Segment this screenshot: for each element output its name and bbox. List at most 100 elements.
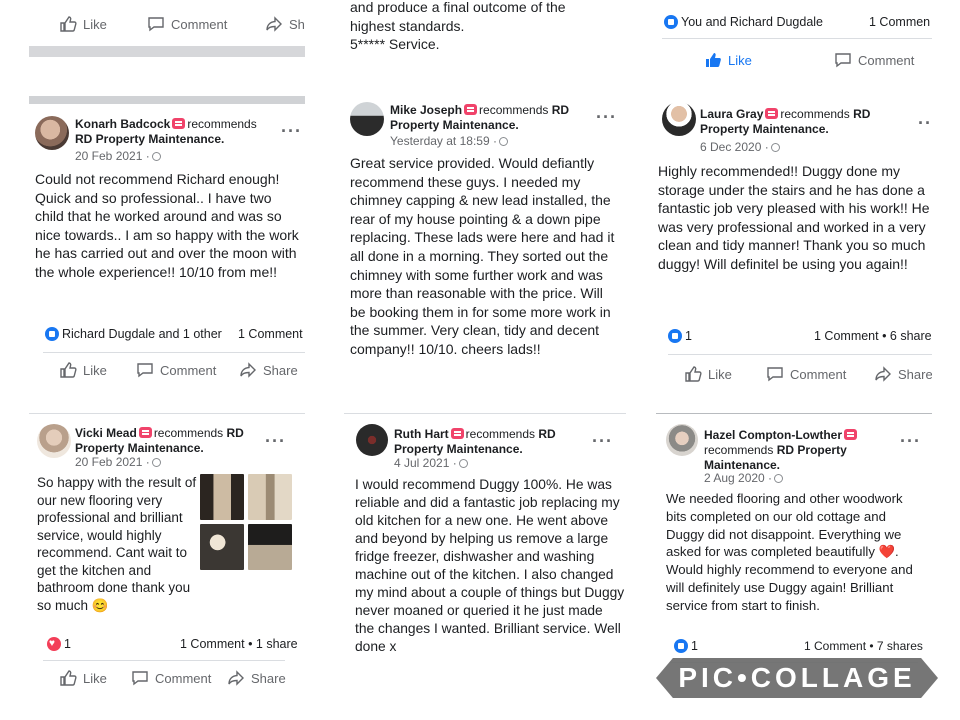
thumbs-up-icon: [706, 53, 721, 67]
author-name[interactable]: Hazel Compton-Lowther: [704, 428, 842, 442]
post-date[interactable]: Yesterday at 18:59 ·: [390, 134, 508, 148]
like-reaction-icon: [674, 639, 688, 653]
page-name[interactable]: Property Maintenance.: [394, 442, 523, 456]
avatar[interactable]: [37, 424, 71, 458]
author-name[interactable]: Ruth Hart: [394, 427, 449, 441]
thumbs-up-icon: [685, 366, 702, 382]
comment-button[interactable]: Comment: [131, 668, 211, 690]
recommends-text: recommends: [187, 117, 257, 131]
avatar[interactable]: [35, 116, 69, 150]
share-button[interactable]: Share: [239, 360, 298, 382]
share-button[interactable]: Share: [227, 668, 286, 690]
photo-thumbnail[interactable]: [200, 474, 244, 520]
share-button[interactable]: Sh: [265, 14, 305, 36]
author-name[interactable]: Mike Joseph: [390, 103, 462, 117]
comment-button[interactable]: Comment: [766, 364, 846, 386]
post-card: Konarh Badcock recommends RD Property Mai…: [29, 96, 305, 396]
reaction-count: 1: [64, 637, 71, 651]
avatar[interactable]: [350, 102, 384, 136]
share-button[interactable]: Share: [874, 364, 932, 386]
avatar[interactable]: [666, 424, 698, 456]
globe-icon: [770, 143, 780, 152]
reaction-summary[interactable]: 1: [47, 636, 71, 652]
like-label: Like: [728, 53, 752, 68]
post-header: Vicki Mead recommends RD Property Mainten…: [75, 426, 275, 456]
page-name-part[interactable]: RD: [853, 107, 870, 121]
like-label: Like: [83, 671, 107, 686]
share-label: Share: [263, 363, 298, 378]
divider: [43, 660, 285, 661]
page-name-part[interactable]: RD: [777, 443, 794, 457]
post-date[interactable]: 6 Dec 2020 ·: [700, 140, 780, 154]
text-line: 5***** Service.: [350, 36, 440, 53]
comment-button[interactable]: Comment: [834, 50, 914, 68]
page-name[interactable]: RD Property Maintenance.: [75, 132, 224, 146]
more-options-icon[interactable]: ···: [281, 122, 302, 140]
recommends-text: recommends: [479, 103, 549, 117]
post-text-continued: and produce a final outcome of the highe…: [350, 0, 620, 54]
page-name-part[interactable]: RD: [538, 427, 555, 441]
like-button[interactable]: Like: [684, 364, 732, 386]
comment-button[interactable]: Comment: [147, 14, 227, 36]
more-options-icon[interactable]: ···: [592, 432, 613, 450]
thumbs-up-icon: [60, 362, 77, 378]
comment-count[interactable]: 1 Comment: [238, 326, 303, 342]
text-line: and produce a final outcome of the: [350, 0, 566, 15]
comment-share-count[interactable]: 1 Comment • 7 shares: [804, 638, 923, 654]
more-options-icon[interactable]: ···: [596, 108, 617, 126]
post-header: Konarh Badcock recommends RD Property Mai…: [75, 117, 275, 147]
reaction-summary[interactable]: Richard Dugdale and 1 other: [45, 326, 222, 342]
reaction-summary[interactable]: 1: [674, 638, 698, 654]
divider: [29, 46, 305, 57]
post-date[interactable]: 4 Jul 2021 ·: [394, 456, 468, 470]
photo-grid[interactable]: [200, 474, 292, 570]
author-name[interactable]: Konarh Badcock: [75, 117, 170, 131]
comment-button[interactable]: Comment: [136, 360, 216, 382]
action-bar: Like Comment Sh: [29, 14, 305, 40]
date-text: 4 Jul 2021 ·: [394, 456, 457, 470]
action-bar: Like Comment: [656, 50, 932, 68]
like-button[interactable]: Like: [59, 14, 107, 36]
post-header: Laura Gray recommends RD Property Mainten…: [700, 107, 900, 137]
page-name-part[interactable]: RD: [227, 426, 244, 440]
more-options-icon[interactable]: ···: [265, 432, 286, 450]
page-name[interactable]: Maintenance.: [704, 458, 780, 472]
comment-label: Comment: [858, 53, 915, 68]
recommend-icon: [765, 108, 779, 119]
post-date[interactable]: 20 Feb 2021 ·: [75, 455, 161, 469]
comment-count[interactable]: 1 Commen: [869, 14, 930, 30]
pic-collage-watermark: PIC•COLLAGE: [656, 658, 938, 698]
comment-share-count[interactable]: 1 Comment • 6 share: [814, 328, 932, 344]
page-name-part[interactable]: RD: [552, 103, 569, 117]
page-name[interactable]: Property Maintenance.: [390, 118, 519, 132]
reaction-count: 1: [691, 639, 698, 653]
recommends-text: recommends: [780, 107, 850, 121]
action-bar: Like Comment Share: [29, 360, 305, 386]
post-date[interactable]: 2 Aug 2020 ·: [704, 471, 784, 485]
photo-thumbnail[interactable]: [200, 524, 244, 570]
like-button[interactable]: Like: [704, 50, 752, 68]
photo-thumbnail[interactable]: [248, 474, 292, 520]
page-name[interactable]: Property Maintenance.: [700, 122, 829, 136]
reaction-summary[interactable]: You and Richard Dugdale: [664, 14, 823, 30]
more-options-icon[interactable]: ···: [900, 432, 921, 450]
comment-share-count[interactable]: 1 Comment • 1 share: [180, 636, 298, 652]
avatar[interactable]: [356, 424, 388, 456]
recommend-icon: [450, 428, 464, 439]
like-button[interactable]: Like: [59, 668, 107, 690]
reaction-names: Richard Dugdale and 1 other: [62, 327, 222, 341]
avatar[interactable]: [662, 102, 696, 136]
post-date[interactable]: 20 Feb 2021 ·: [75, 149, 161, 163]
share-icon: [266, 16, 282, 32]
page-name[interactable]: Property Maintenance.: [75, 441, 204, 455]
comment-icon: [137, 363, 153, 378]
author-name[interactable]: Laura Gray: [700, 107, 763, 121]
top-left-fragment: Like Comment Sh: [29, 0, 305, 58]
reaction-count: 1: [685, 329, 692, 343]
more-options-icon[interactable]: ··: [918, 114, 932, 132]
author-name[interactable]: Vicki Mead: [75, 426, 137, 440]
photo-thumbnail[interactable]: [248, 524, 292, 570]
reaction-summary[interactable]: 1: [668, 328, 692, 344]
like-button[interactable]: Like: [59, 360, 107, 382]
globe-icon: [151, 152, 161, 161]
